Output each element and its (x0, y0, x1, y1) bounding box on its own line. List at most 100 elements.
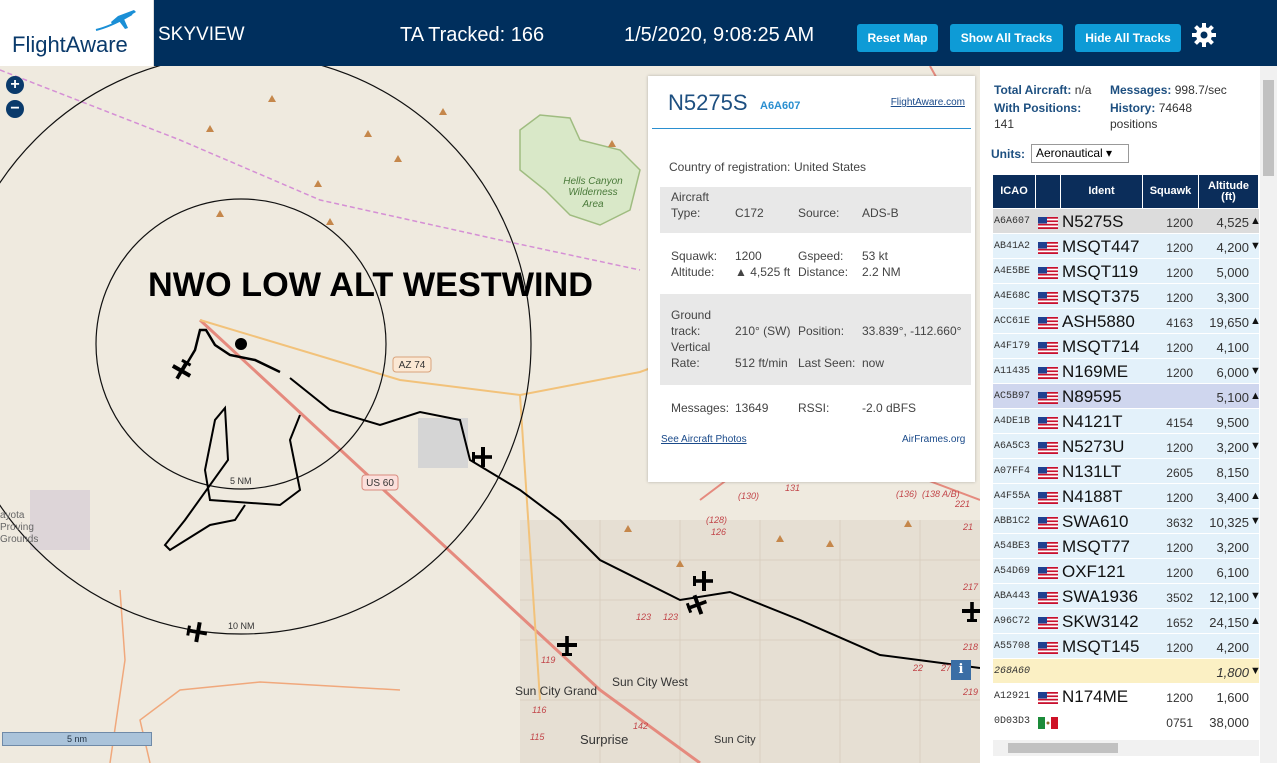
aircraft-table-row[interactable]: A54D69 OXF121 1200 6,100 (993, 559, 1259, 584)
aircraft-table-row[interactable]: A11435 N169ME 1200 6,000 ▼ (993, 359, 1261, 384)
units-label-text: Units: (991, 147, 1025, 161)
icao-cell: A4F179 (994, 341, 1031, 352)
ident-cell: MSQT145 (1062, 637, 1140, 656)
icao-cell: A4E68C (994, 291, 1031, 302)
units-select[interactable]: Aeronautical ▾ (1031, 144, 1129, 163)
aircraft-photos-link[interactable]: See Aircraft Photos (661, 434, 747, 445)
squawk-cell: 1200 (1166, 641, 1193, 655)
altitude-cell: 4,525 (1216, 215, 1249, 230)
usa-flag-icon (1038, 541, 1058, 554)
flightaware-logo[interactable]: FlightAware (0, 0, 154, 66)
usa-flag-icon (1038, 241, 1058, 254)
ident-cell: SKW3142 (1062, 612, 1139, 631)
aircraft-table-row[interactable]: ABA443 SWA1936 3502 12,100 ▼ (993, 584, 1261, 609)
aircraft-table-row[interactable]: A4E5BE MSQT119 1200 5,000 (993, 259, 1259, 284)
aircraft-table-row[interactable]: A4F55A N4188T 1200 3,400 ▲ (993, 484, 1261, 509)
aircraft-table-row[interactable]: A4F179 MSQT714 1200 4,100 (993, 334, 1259, 359)
info-row-type: Aircraft Type: C172 Source: ADS-B (660, 187, 971, 233)
col-ident[interactable]: Ident (1061, 175, 1143, 208)
aircraft-table-row[interactable]: A4DE1B N4121T 4154 9,500 (993, 409, 1259, 434)
icao-cell: A6A5C3 (994, 441, 1031, 452)
aircraft-table-row[interactable]: ABB1C2 SWA610 3632 10,325 ▼ (993, 509, 1261, 534)
altitude-cell: 12,100 (1209, 590, 1249, 605)
aircraft-table-row[interactable]: A4E68C MSQT375 1200 3,300 (993, 284, 1259, 309)
icao-cell: A4F55A (994, 491, 1031, 502)
history-label: History: (1110, 101, 1156, 115)
rssi-value: -2.0 dBFS (862, 401, 917, 415)
airframes-link[interactable]: AirFrames.org (902, 434, 965, 445)
usa-flag-icon (1038, 391, 1058, 404)
map-label: Area (581, 199, 604, 210)
flightaware-link[interactable]: FlightAware.com (891, 97, 965, 108)
show-all-tracks-button[interactable]: Show All Tracks (950, 24, 1063, 52)
position-value: 33.839°, -112.660° (862, 324, 962, 338)
zoom-in-button[interactable]: + (6, 76, 24, 94)
aircraft-table-row[interactable]: A54BE3 MSQT77 1200 3,200 (993, 534, 1259, 559)
popup-callsign: N5275S (668, 90, 748, 115)
icao-cell: A55708 (994, 641, 1031, 652)
map-label: Sun City West (612, 675, 688, 689)
aircraft-table-row[interactable]: 268A60 1,800 ▼ (993, 659, 1261, 684)
usa-flag-icon (1038, 266, 1058, 279)
rssi-label: RSSI: (798, 401, 830, 415)
icao-cell: A6A607 (994, 216, 1031, 227)
altitude-cell: 3,300 (1216, 290, 1249, 305)
app-header: FlightAware SKYVIEW TA Tracked: 166 1/5/… (0, 0, 1277, 66)
icao-cell: A96C72 (994, 616, 1031, 627)
sidebar-scroll-thumb[interactable] (1263, 80, 1274, 176)
history-unit: positions (1110, 117, 1158, 131)
distance-label: Distance: (798, 265, 849, 279)
squawk-cell: 1200 (1166, 241, 1193, 255)
reset-map-button[interactable]: Reset Map (857, 24, 938, 52)
messages-value: 13649 (735, 401, 769, 415)
distance-value: 2.2 NM (862, 265, 901, 279)
aircraft-table-row[interactable]: A6A607 N5275S 1200 4,525 ▲ (993, 209, 1261, 234)
aircraft-table-row[interactable]: AC5B97 N89595 5,100 ▲ (993, 384, 1261, 409)
ident-cell: N5273U (1062, 437, 1125, 456)
table-scroll-thumb[interactable] (1008, 743, 1118, 753)
usa-flag-icon (1038, 691, 1058, 704)
aircraft-table-row[interactable]: A07FF4 N131LT 2605 8,150 (993, 459, 1259, 484)
squawk-cell: 1200 (1166, 541, 1193, 555)
icao-cell: A07FF4 (994, 466, 1031, 477)
col-squawk[interactable]: Squawk (1143, 175, 1199, 208)
map-label: (128) (706, 515, 727, 525)
map-label: Proving (0, 522, 34, 533)
az74-shield: AZ 74 (392, 356, 432, 373)
aircraft-table-row[interactable]: A55708 MSQT145 1200 4,200 (993, 634, 1259, 659)
map-label: Sun City Grand (515, 684, 597, 698)
with-positions-value: 141 (994, 117, 1015, 131)
aircraft-table-row[interactable]: AB41A2 MSQT447 1200 4,200 ▼ (993, 234, 1261, 259)
ident-cell: N4188T (1062, 487, 1123, 506)
usa-flag-icon (1038, 641, 1058, 654)
ident-cell: N131LT (1062, 462, 1122, 481)
squawk-cell: 1200 (1166, 491, 1193, 505)
map-label: ayota (0, 510, 25, 521)
zoom-out-button[interactable]: − (6, 100, 24, 118)
aircraft-table-row[interactable]: 0D03D3 0751 38,000 (993, 709, 1259, 734)
map-label: 119 (541, 655, 555, 665)
squawk-cell: 1200 (1166, 291, 1193, 305)
altitude-value: ▲ 4,525 ft (735, 265, 791, 279)
hide-all-tracks-button[interactable]: Hide All Tracks (1075, 24, 1181, 52)
aircraft-table-row[interactable]: A96C72 SKW3142 1652 24,150 ▲ (993, 609, 1261, 634)
altitude-cell: 8,150 (1216, 465, 1249, 480)
altitude-cell: 38,000 (1209, 715, 1249, 730)
icao-cell: A4DE1B (994, 416, 1031, 427)
info-button[interactable]: i (951, 660, 971, 680)
history: History: 74648 (1110, 101, 1192, 115)
map-label: Grounds (0, 534, 38, 545)
map-label: Hells Canyon (563, 176, 623, 187)
col-altitude[interactable]: Altitude (ft) (1199, 175, 1259, 208)
gear-icon[interactable] (1191, 22, 1217, 48)
col-flag[interactable] (1036, 175, 1061, 208)
ident-cell: N89595 (1062, 387, 1122, 406)
total-aircraft-value: n/a (1074, 83, 1092, 97)
aircraft-table-row[interactable]: A6A5C3 N5273U 1200 3,200 ▼ (993, 434, 1261, 459)
usa-flag-icon (1038, 466, 1058, 479)
squawk-label: Squawk: (671, 249, 718, 263)
col-icao[interactable]: ICAO (993, 175, 1036, 208)
map-label: 219 (962, 687, 978, 697)
aircraft-table-row[interactable]: A12921 N174ME 1200 1,600 (993, 684, 1259, 709)
aircraft-table-row[interactable]: ACC61E ASH5880 4163 19,650 ▲ (993, 309, 1261, 334)
